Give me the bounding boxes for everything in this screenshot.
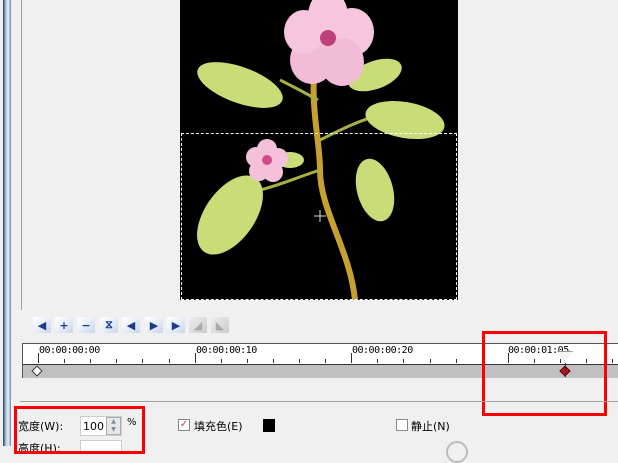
window-edge [3, 0, 11, 446]
ruler-tick [38, 353, 39, 363]
highlight-box-width [14, 406, 145, 454]
highlight-box-timeline [482, 331, 607, 416]
reverse-keyframes-button[interactable]: ⧖ [100, 317, 118, 333]
ruler-tick [377, 359, 379, 363]
ruler-tick [116, 359, 118, 363]
divider [20, 401, 618, 402]
add-keyframe-button[interactable]: + [55, 317, 73, 333]
ease-out-button[interactable]: ◣ [211, 317, 229, 333]
keyframe-start[interactable] [31, 365, 43, 377]
circle-icon[interactable] [446, 441, 468, 463]
ruler-tick [299, 359, 300, 363]
ruler-tick [272, 359, 274, 363]
ruler-tick [142, 359, 144, 363]
ruler-tick [403, 359, 405, 363]
ruler-tick [455, 359, 457, 363]
go-to-end-button[interactable]: ▶ [167, 317, 185, 333]
time-label: 00:00:00:20 [352, 345, 413, 356]
time-label: 00:00:00:10 [196, 345, 257, 356]
ruler-tick [351, 353, 353, 363]
fill-color-swatch[interactable] [263, 419, 275, 432]
ruler-tick [194, 353, 196, 363]
previous-keyframe-button[interactable]: ◀ [122, 317, 140, 333]
divider [21, 0, 22, 310]
static-checkbox[interactable] [396, 419, 408, 431]
ruler-tick [612, 359, 614, 363]
fill-color-checkbox[interactable]: ✓ [178, 419, 190, 431]
fill-color-label: 填充色(E) [194, 420, 243, 433]
delete-keyframe-button[interactable]: − [77, 317, 95, 333]
ruler-tick [90, 359, 92, 363]
ruler-tick [168, 359, 170, 363]
next-keyframe-button[interactable]: ▶ [145, 317, 163, 333]
ruler-tick [246, 359, 248, 363]
ease-in-button[interactable]: ◢ [189, 317, 207, 333]
static-label: 静止(N) [411, 420, 450, 433]
go-to-start-button[interactable]: ◀ [33, 317, 51, 333]
selection-box[interactable] [181, 133, 457, 300]
ruler-tick [220, 359, 222, 363]
ruler-tick [325, 359, 327, 363]
ruler-tick [64, 359, 66, 363]
time-label: 00:00:00:00 [39, 345, 100, 356]
ruler-tick [429, 359, 431, 363]
